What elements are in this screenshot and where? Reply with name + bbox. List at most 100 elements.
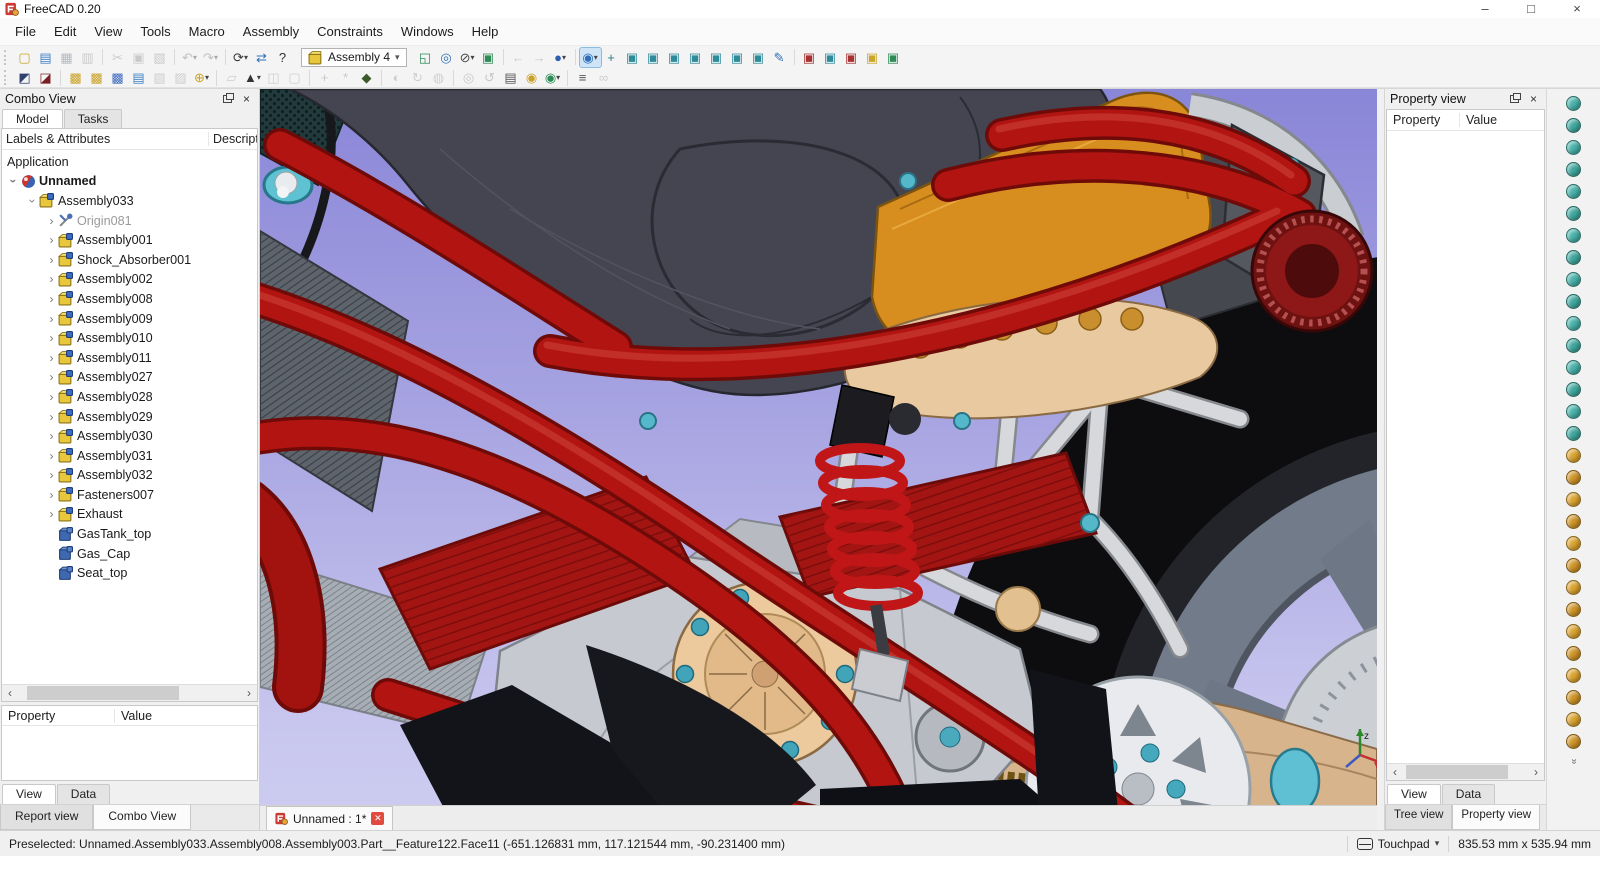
tab-combo-view[interactable]: Combo View [93, 805, 192, 830]
asm-tool-06-icon[interactable] [1566, 558, 1581, 573]
update-assembly-icon[interactable]: ◩ [14, 68, 35, 87]
tree-item-Assembly027[interactable]: › Assembly027 [2, 368, 257, 388]
scroll-left-icon[interactable]: ‹ [2, 686, 18, 700]
view-top-icon[interactable]: ▣ [664, 48, 685, 67]
tree-item-Unnamed[interactable]: › Unnamed [2, 172, 257, 192]
nav-tool-10-icon[interactable] [1566, 294, 1581, 309]
view-right-icon[interactable]: ▣ [685, 48, 706, 67]
orbit-nav-icon[interactable]: ● ▾ [550, 48, 571, 67]
draw-style-icon[interactable]: ⊘ ▾ [457, 48, 478, 67]
new-lcs-icon[interactable]: ⊕ ▾ [191, 68, 212, 87]
tree-item-GasTank_top[interactable]: GasTank_top [2, 524, 257, 544]
property-h-scrollbar[interactable]: ‹ › [1387, 763, 1544, 780]
whats-this-icon[interactable]: ? [272, 48, 293, 67]
persp-ortho-icon[interactable]: ▣ [862, 48, 883, 67]
solve-constraints-icon[interactable]: ◪ [35, 68, 56, 87]
tree-item-Assembly029[interactable]: › Assembly029 [2, 407, 257, 427]
tree-item-Seat_top[interactable]: Seat_top [2, 563, 257, 583]
tree-item-Assembly011[interactable]: › Assembly011 [2, 348, 257, 368]
axonometric-view-icon[interactable]: + [601, 48, 622, 67]
tab-data[interactable]: Data [1441, 784, 1496, 804]
tree-chevron-icon[interactable]: › [45, 468, 58, 482]
tree-item-Assembly008[interactable]: › Assembly008 [2, 289, 257, 309]
fit-all-icon[interactable]: ◱ [415, 48, 436, 67]
3d-viewport[interactable]: z x Unnamed : 1* ✕ [260, 89, 1377, 830]
view-front-icon[interactable]: ▣ [643, 48, 664, 67]
document-tab[interactable]: Unnamed : 1* ✕ [266, 806, 394, 830]
menu-windows[interactable]: Windows [392, 21, 463, 42]
tree-chevron-icon[interactable]: › [45, 253, 58, 267]
tree-chevron-icon[interactable]: › [45, 292, 58, 306]
tree-item-Origin081[interactable]: › Origin081 [2, 211, 257, 231]
asm-tool-14-icon[interactable] [1566, 734, 1581, 749]
tree-chevron-icon[interactable]: › [45, 429, 58, 443]
tree-item-Assembly001[interactable]: › Assembly001 [2, 230, 257, 250]
view-left-icon[interactable]: ▣ [748, 48, 769, 67]
nav-tool-14-icon[interactable] [1566, 382, 1581, 397]
zoom-tool-icon[interactable]: ◉ ▾ [578, 46, 602, 68]
tree-chevron-icon[interactable]: › [45, 410, 58, 424]
show-lcs-icon[interactable]: ◉ [521, 68, 542, 87]
menu-file[interactable]: File [6, 21, 45, 42]
tree-item-Assembly028[interactable]: › Assembly028 [2, 387, 257, 407]
sync-selection-icon[interactable]: ⇄ [251, 48, 272, 67]
maximize-button[interactable]: □ [1508, 0, 1554, 18]
nav-tool-16-icon[interactable] [1566, 426, 1581, 441]
insert-link-icon[interactable]: ▩ [107, 68, 128, 87]
menu-view[interactable]: View [85, 21, 131, 42]
new-assembly-icon[interactable]: ▩ [65, 68, 86, 87]
tree-h-scrollbar[interactable]: ‹ › [2, 684, 257, 701]
open-part-library-icon[interactable]: ▤ [128, 68, 149, 87]
tree-item-Assembly030[interactable]: › Assembly030 [2, 426, 257, 446]
asm-tool-01-icon[interactable] [1566, 448, 1581, 463]
nav-tool-03-icon[interactable] [1566, 140, 1581, 155]
tree-chevron-icon[interactable]: › [45, 507, 58, 521]
menu-macro[interactable]: Macro [180, 21, 234, 42]
tree-root-application[interactable]: Application [2, 152, 257, 172]
add-variable-icon[interactable]: ◉ ▾ [542, 68, 563, 87]
menu-constraints[interactable]: Constraints [308, 21, 392, 42]
tab-view[interactable]: View [2, 784, 56, 804]
tree-chevron-icon[interactable]: › [45, 390, 58, 404]
workbench-selector[interactable]: Assembly 4 ▾ [301, 47, 407, 67]
scroll-thumb[interactable] [26, 686, 179, 700]
tree-chevron-icon[interactable]: › [26, 194, 40, 207]
tree-item-Shock_Absorber001[interactable]: › Shock_Absorber001 [2, 250, 257, 270]
menu-assembly[interactable]: Assembly [234, 21, 308, 42]
close-panel-icon[interactable]: × [243, 93, 250, 105]
nav-tool-04-icon[interactable] [1566, 162, 1581, 177]
tree-item-Assembly031[interactable]: › Assembly031 [2, 446, 257, 466]
asm-tool-08-icon[interactable] [1566, 602, 1581, 617]
menu-edit[interactable]: Edit [45, 21, 85, 42]
nav-tool-15-icon[interactable] [1566, 404, 1581, 419]
open-file-icon[interactable]: ▤ [35, 48, 56, 67]
float-panel-icon[interactable] [1509, 93, 1521, 103]
asm-tool-09-icon[interactable] [1566, 624, 1581, 639]
bom-icon[interactable]: ≡ [572, 68, 593, 87]
zoom-selection-icon[interactable]: ◎ [436, 48, 457, 67]
view-isometric-icon[interactable]: ▣ [622, 48, 643, 67]
tree-item-Exhaust[interactable]: › Exhaust [2, 505, 257, 525]
scroll-right-icon[interactable]: › [241, 686, 257, 700]
nav-tool-12-icon[interactable] [1566, 338, 1581, 353]
tree-chevron-icon[interactable]: › [45, 331, 58, 345]
nav-tool-06-icon[interactable] [1566, 206, 1581, 221]
measure-icon[interactable]: ✎ [769, 48, 790, 67]
asm-tool-04-icon[interactable] [1566, 514, 1581, 529]
tree-chevron-icon[interactable]: › [45, 449, 58, 463]
chain-roller[interactable] [1269, 747, 1321, 815]
menu-help[interactable]: Help [463, 21, 508, 42]
float-panel-icon[interactable] [222, 93, 234, 103]
asm-tool-07-icon[interactable] [1566, 580, 1581, 595]
tail-light[interactable] [1250, 209, 1374, 333]
clip-y-icon[interactable]: ▣ [841, 48, 862, 67]
tab-tree-view[interactable]: Tree view [1385, 805, 1453, 830]
tab-view[interactable]: View [1387, 784, 1441, 804]
tab-report-view[interactable]: Report view [0, 805, 94, 830]
nav-tool-13-icon[interactable] [1566, 360, 1581, 375]
nav-tool-08-icon[interactable] [1566, 250, 1581, 265]
tree-item-Fasteners007[interactable]: › Fasteners007 [2, 485, 257, 505]
release-attachment-icon[interactable]: ◆ [356, 68, 377, 87]
nav-tool-07-icon[interactable] [1566, 228, 1581, 243]
asm-tool-02-icon[interactable] [1566, 470, 1581, 485]
